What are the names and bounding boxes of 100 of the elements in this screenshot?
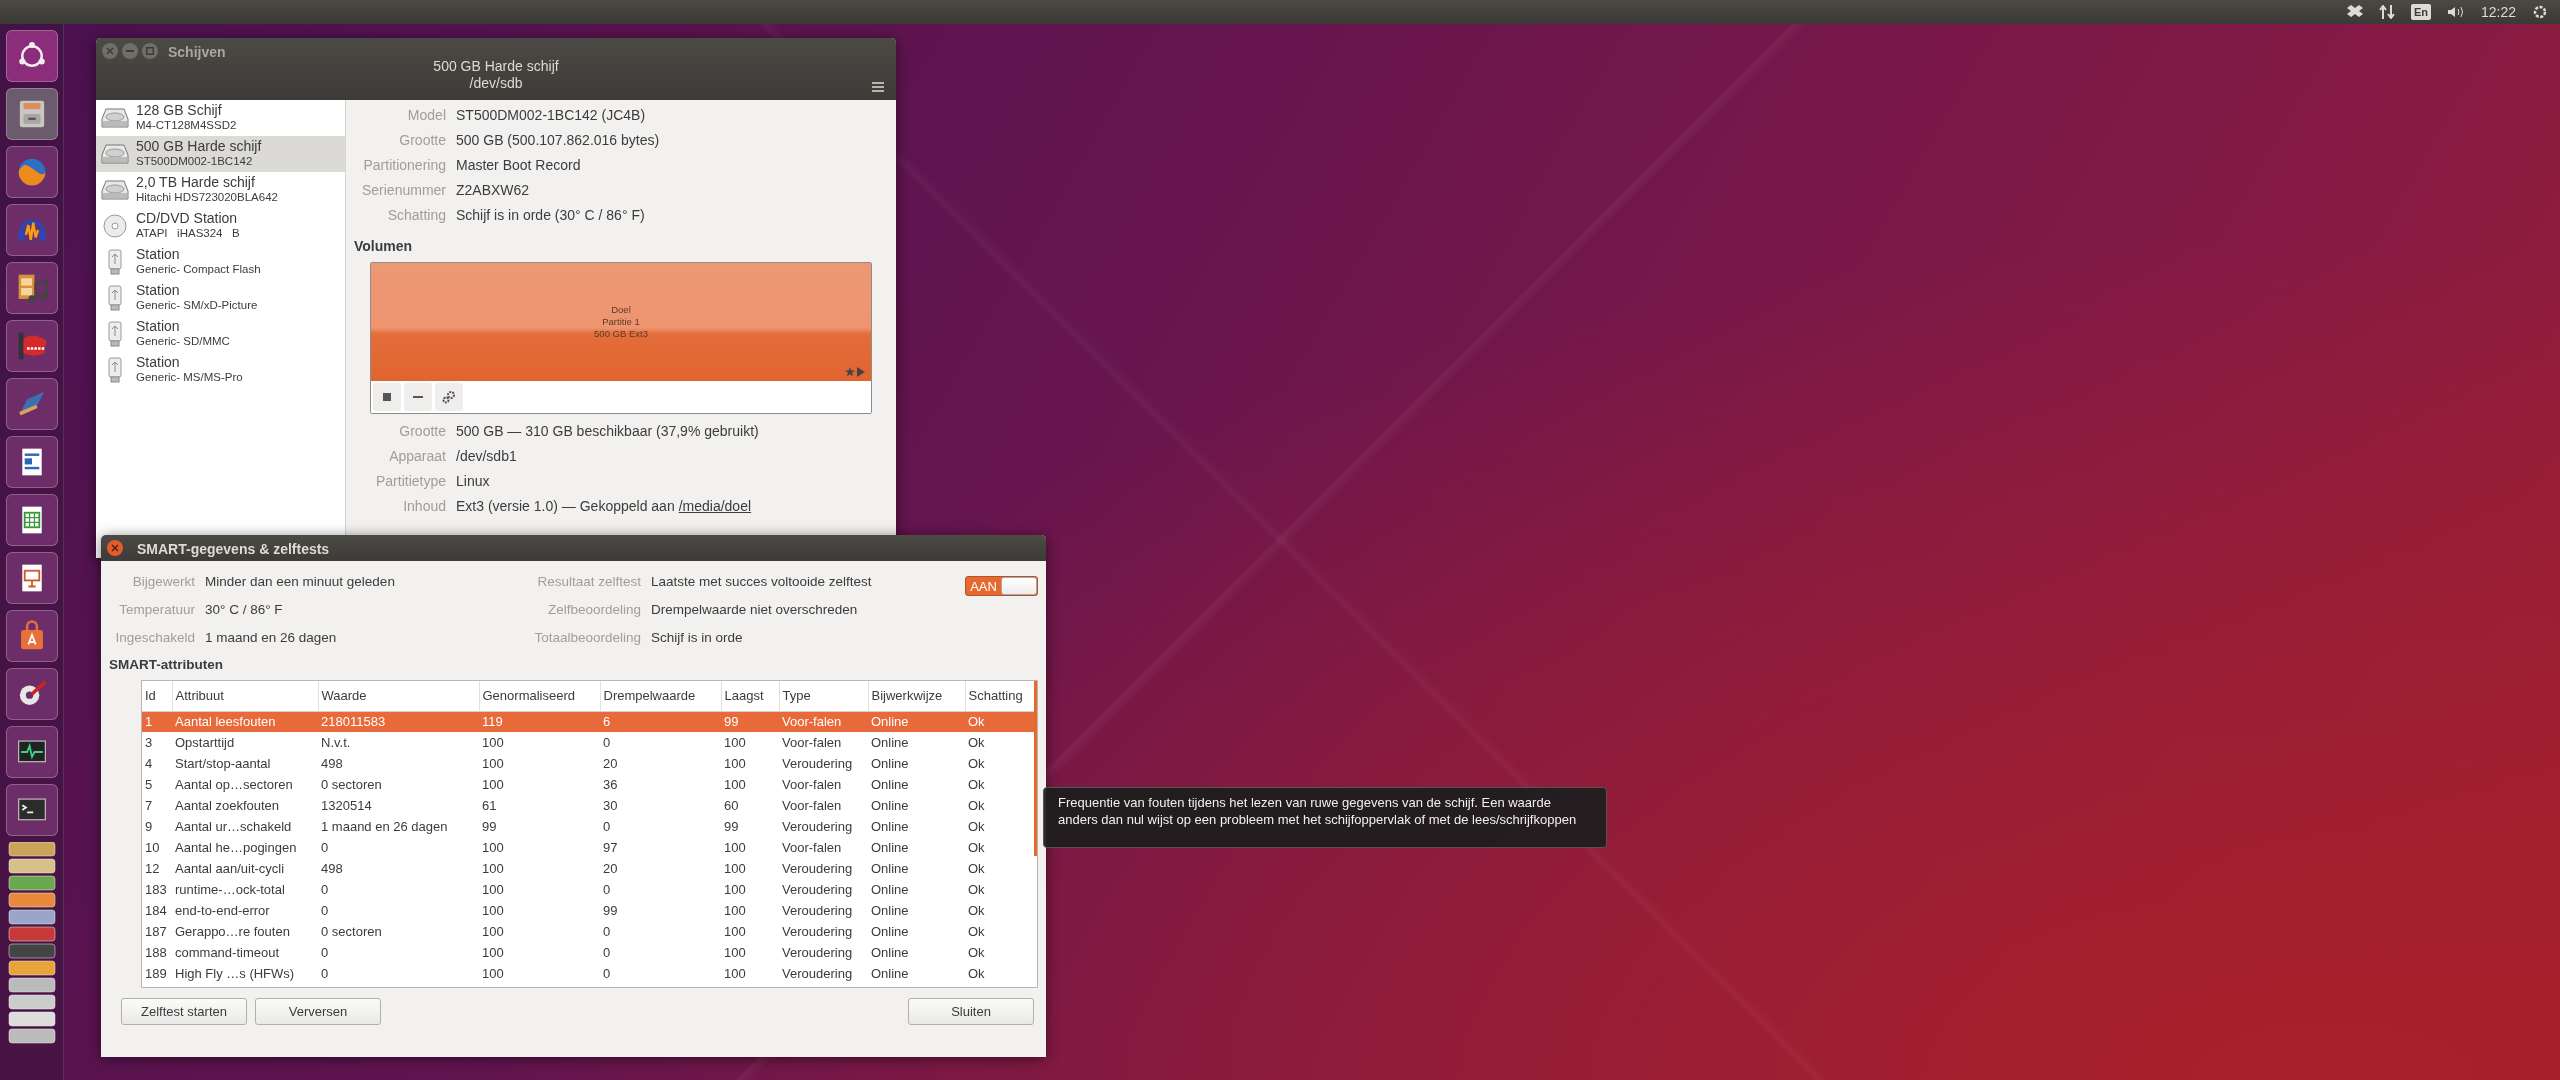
table-cell-text: 4 [144, 755, 154, 773]
table-cell-text: 0 [602, 881, 612, 899]
close-button[interactable] [107, 540, 123, 556]
close-dialog-button[interactable]: Sluiten [908, 998, 1034, 1025]
dialog-button[interactable]: Zelftest starten [121, 998, 247, 1025]
delete-partition-button[interactable] [404, 383, 432, 411]
field-value: 30° C / 86° F [205, 601, 284, 619]
partition-block[interactable]: Doel Partitie 1 500 GB Ext3 [371, 263, 871, 381]
table-cell: Voor-falen [779, 711, 868, 732]
table-cell: Ok [965, 732, 1037, 753]
table-cell-text: runtime-…ock-total [174, 881, 286, 899]
table-cell-text: 99 [723, 818, 740, 836]
table-cell-text: 187 [144, 923, 168, 941]
field-value: Z2ABXW62 [456, 181, 531, 199]
attribute-row[interactable]: 3 Opstarttijd N.v.t. 100 0 100 Voor-falen Online Ok [142, 732, 1037, 753]
attribute-row[interactable]: 7 Aantal zoekfouten 1320514 61 30 60 Voor-falen Online Ok [142, 795, 1037, 816]
dropbox-box-icon[interactable] [2346, 5, 2363, 19]
table-cell-text: Aantal zoekfouten [174, 797, 281, 815]
column-header[interactable]: Drempelwaarde [600, 681, 721, 711]
shark-launcher-button[interactable] [5, 320, 58, 372]
table-cell-text: Ok [967, 818, 986, 836]
table-cell-text: 100 [481, 944, 505, 962]
column-header[interactable]: Id [142, 681, 172, 711]
table-cell-text: Aantal he…pogingen [174, 839, 298, 857]
table-cell-text: 99 [481, 818, 498, 836]
mount-point-link[interactable]: /media/doel [678, 497, 752, 515]
table-cell: 3 [142, 732, 172, 753]
table-cell-text: Ok [967, 902, 986, 920]
drive-name: Station [136, 319, 181, 334]
attribute-row[interactable]: 184 end-to-end-error 0 100 99 100 Veroudering Online Ok [142, 900, 1037, 921]
table-cell-text: command-timeout [174, 944, 281, 962]
gears-icon [442, 390, 456, 404]
close-icon [106, 47, 114, 55]
field-value: 1 maand en 26 dagen [205, 629, 338, 647]
drive-list-item[interactable]: 500 GB Harde schijf ST500DM002-1BC142 [96, 136, 345, 172]
stop-icon [383, 393, 391, 401]
field-label: Model [406, 106, 446, 124]
attribute-row[interactable]: 4 Start/stop-aantal 498 100 20 100 Veroudering Online Ok [142, 753, 1037, 774]
field-label: Ingeschakeld [114, 629, 195, 647]
keyboard-layout-indicator[interactable]: En [2410, 4, 2431, 20]
partition-settings-button[interactable] [435, 383, 463, 411]
drive-list-item[interactable]: CD/DVD Station ATAPI iHAS324 B [96, 208, 345, 244]
column-header[interactable]: Genormaliseerd [479, 681, 600, 711]
drive-list-item[interactable]: 2,0 TB Harde schijf Hitachi HDS723020BLA642 [96, 172, 345, 208]
document-launcher-button[interactable] [5, 436, 58, 488]
attribute-row[interactable]: 9 Aantal ur…schakeld 1 maand en 26 dagen 99 0 99 Veroudering Online Ok [142, 816, 1037, 837]
attribute-row[interactable]: 12 Aantal aan/uit-cycli 498 100 20 100 Veroudering Online Ok [142, 858, 1037, 879]
field-label: Grootte [398, 131, 446, 149]
column-header[interactable]: Type [779, 681, 868, 711]
field-label: Grootte [398, 422, 446, 440]
attribute-row[interactable]: 10 Aantal he…pogingen 0 100 97 100 Voor-falen Online Ok [142, 837, 1037, 858]
table-cell-text: 0 [602, 923, 612, 941]
terminal-launcher-button[interactable] [5, 784, 58, 836]
section-heading: SMART-attributen [109, 657, 223, 672]
table-cell-text: 20 [602, 860, 619, 878]
clock[interactable]: 12:22 [2480, 4, 2516, 20]
ubuntu-logo-launcher-button[interactable] [5, 30, 58, 82]
drive-list-item[interactable]: Station Generic- SD/MMC [96, 316, 345, 352]
headphones-waveform-launcher-button[interactable] [5, 204, 58, 256]
unmount-button[interactable] [373, 383, 401, 411]
attribute-row[interactable]: 187 Gerappo…re fouten 0 sectoren 100 0 100 Veroudering Online Ok [142, 921, 1037, 942]
attribute-row[interactable]: 183 runtime-…ock-total 0 100 0 100 Veroudering Online Ok [142, 879, 1037, 900]
table-cell-text: 100 [723, 860, 747, 878]
table-cell-text: 100 [723, 923, 747, 941]
column-header[interactable]: Attribuut [172, 681, 318, 711]
presentation-launcher-button[interactable] [5, 552, 58, 604]
table-cell-text: 0 sectoren [320, 776, 383, 794]
table-cell-text: 9 [144, 818, 154, 836]
monitor-pulse-launcher-button[interactable] [5, 726, 58, 778]
spreadsheet-launcher-button[interactable] [5, 494, 58, 546]
drive-list-item[interactable]: Station Generic- SM/xD-Picture [96, 280, 345, 316]
dialog-button[interactable]: Verversen [255, 998, 381, 1025]
partition-label: 500 GB Ext3 [594, 328, 648, 340]
field-value: /dev/sdb1 [456, 447, 517, 465]
fox-globe-launcher-button[interactable] [5, 146, 58, 198]
drive-list-item[interactable]: Station Generic- MS/MS-Pro [96, 352, 345, 388]
table-cell-text: 184 [144, 902, 168, 920]
table-cell-text: Online [870, 797, 910, 815]
attribute-row[interactable]: 189 High Fly …s (HFWs) 0 100 0 100 Veroudering Online Ok [142, 963, 1037, 984]
column-header[interactable]: Laagst [721, 681, 779, 711]
table-cell-text: 498 [320, 860, 344, 878]
drive-list-item[interactable]: Station Generic- Compact Flash [96, 244, 345, 280]
attribute-row[interactable]: 5 Aantal op…sectoren 0 sectoren 100 36 100 Voor-falen Online Ok [142, 774, 1037, 795]
field-value: Master Boot Record [456, 156, 582, 174]
table-cell-text: 99 [602, 902, 619, 920]
film-music-launcher-button[interactable] [5, 262, 58, 314]
column-header[interactable]: Bijwerkwijze [868, 681, 965, 711]
volume-icon[interactable] [2446, 5, 2465, 19]
column-header[interactable]: Waarde [318, 681, 479, 711]
table-cell-text: Veroudering [781, 965, 854, 983]
power-gear-icon[interactable] [2532, 4, 2548, 20]
gear-wrench-launcher-button[interactable] [5, 668, 58, 720]
table-cell-text: 183 [144, 881, 168, 899]
file-cabinet-launcher-button[interactable] [5, 88, 58, 140]
film-strip-launcher-button[interactable] [5, 378, 58, 430]
drive-list-item[interactable]: 128 GB Schijf M4-CT128M4SSD2 [96, 100, 345, 136]
network-arrows-icon[interactable] [2378, 5, 2395, 19]
table-cell-text: Ok [967, 755, 986, 773]
shopping-bag-launcher-button[interactable] [5, 610, 58, 662]
attribute-row[interactable]: 188 command-timeout 0 100 0 100 Veroudering Online Ok [142, 942, 1037, 963]
